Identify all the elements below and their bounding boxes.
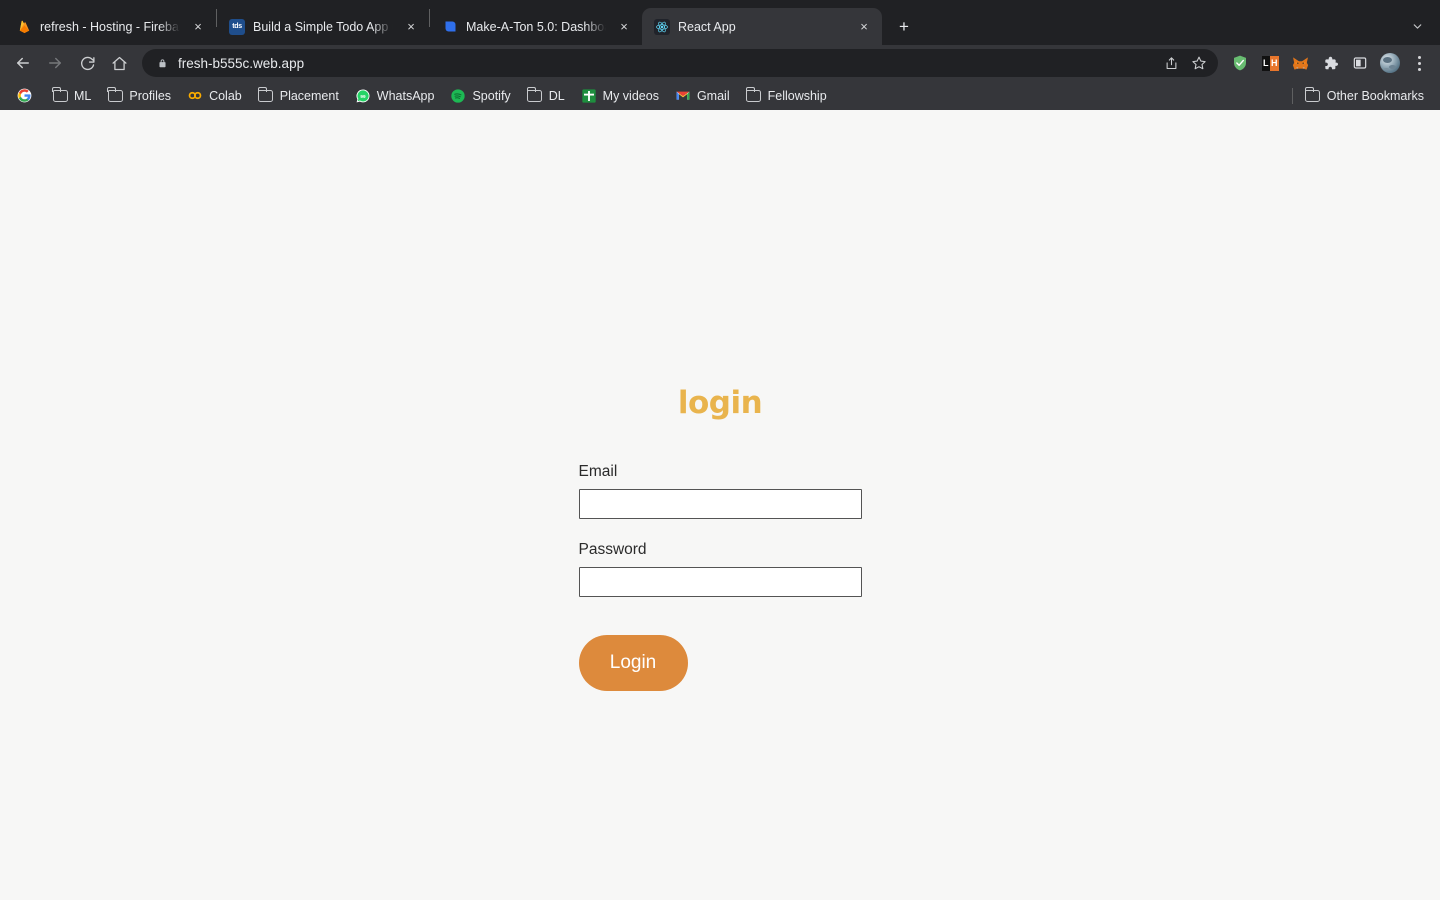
- omnibox-actions: [1158, 50, 1212, 76]
- bookmark-label: Fellowship: [767, 88, 827, 103]
- bookmark-gmail[interactable]: Gmail: [667, 85, 738, 107]
- folder-icon: [257, 87, 274, 104]
- bookmark-google[interactable]: [10, 85, 44, 107]
- bookmark-whatsapp[interactable]: 99 WhatsApp: [347, 85, 443, 107]
- close-icon[interactable]: ×: [614, 17, 634, 37]
- browser-tab-3[interactable]: Make-A-Ton 5.0: Dashboard | D ×: [430, 8, 642, 45]
- new-tab-button[interactable]: +: [890, 13, 918, 41]
- bookmark-label: Profiles: [129, 88, 172, 103]
- browser-tab-4-active[interactable]: React App ×: [642, 8, 882, 45]
- chevron-down-icon[interactable]: [1404, 13, 1430, 39]
- tab-title: React App: [678, 19, 736, 34]
- google-icon: [16, 88, 32, 104]
- field-spacer: [579, 519, 862, 541]
- tab-title: Build a Simple Todo App using: [253, 19, 393, 34]
- browser-tab-2[interactable]: tds Build a Simple Todo App using ×: [217, 8, 429, 45]
- login-form: Email Password Login: [578, 463, 862, 691]
- tds-icon: tds: [229, 18, 245, 35]
- email-label: Email: [578, 463, 618, 480]
- bookmarks-bar: ML Profiles Colab Placement 99 WhatsApp …: [0, 81, 1440, 110]
- login-button[interactable]: Login: [578, 635, 688, 691]
- svg-text:99: 99: [360, 94, 366, 99]
- bookmark-placement[interactable]: Placement: [250, 85, 347, 107]
- extensions-puzzle-icon[interactable]: [1316, 49, 1344, 77]
- browser-window: refresh - Hosting - Firebase co × tds Bu…: [0, 0, 1440, 900]
- address-bar[interactable]: fresh-b555c.web.app: [142, 49, 1218, 77]
- kebab-menu-icon[interactable]: [1406, 49, 1432, 77]
- colab-icon: [187, 88, 203, 104]
- tab-strip-right: [1404, 13, 1430, 39]
- folder-icon: [107, 87, 123, 104]
- close-icon[interactable]: ×: [188, 17, 208, 37]
- password-field[interactable]: [578, 567, 862, 597]
- drive-icon: [581, 88, 597, 104]
- bookmark-colab[interactable]: Colab: [179, 85, 250, 107]
- bookmark-label: Placement: [279, 88, 339, 103]
- bookmark-dl[interactable]: DL: [519, 85, 573, 107]
- bookmark-label: ML: [74, 88, 92, 103]
- password-label: Password: [578, 541, 647, 558]
- profile-avatar[interactable]: [1376, 49, 1404, 77]
- bookmark-label: Gmail: [696, 88, 730, 103]
- back-button[interactable]: [8, 48, 38, 78]
- lighthouse-right-letter: H: [1270, 55, 1279, 71]
- tab-title: Make-A-Ton 5.0: Dashboard | D: [466, 19, 606, 34]
- bookmark-label: Colab: [209, 88, 242, 103]
- whatsapp-icon: 99: [355, 88, 371, 104]
- folder-icon: [1304, 87, 1321, 104]
- url-text[interactable]: fresh-b555c.web.app: [178, 56, 1158, 71]
- react-icon: [654, 18, 670, 35]
- bookmark-ml[interactable]: ML: [44, 85, 99, 107]
- lighthouse-icon[interactable]: L H: [1256, 49, 1284, 77]
- browser-tab-1[interactable]: refresh - Hosting - Firebase co ×: [4, 8, 216, 45]
- close-icon[interactable]: ×: [401, 17, 421, 37]
- adguard-icon[interactable]: [1226, 49, 1254, 77]
- metamask-icon[interactable]: [1286, 49, 1314, 77]
- extension-icons: L H: [1226, 49, 1432, 77]
- side-panel-icon[interactable]: [1346, 49, 1374, 77]
- bookmarks-bar-right: Other Bookmarks: [1291, 85, 1432, 107]
- other-bookmarks-label: Other Bookmarks: [1326, 88, 1424, 103]
- spotify-icon: [450, 88, 466, 104]
- tab-strip: refresh - Hosting - Firebase co × tds Bu…: [0, 0, 1440, 45]
- bookmark-spotify[interactable]: Spotify: [442, 85, 518, 107]
- bookmark-label: DL: [548, 88, 565, 103]
- bookmark-profiles[interactable]: Profiles: [99, 85, 179, 107]
- bookmarks-divider: [1291, 87, 1293, 104]
- notion-icon: [442, 19, 458, 35]
- email-field[interactable]: [578, 489, 862, 519]
- forward-button[interactable]: [40, 48, 70, 78]
- browser-toolbar: fresh-b555c.web.app L H: [0, 45, 1440, 81]
- reload-button[interactable]: [72, 48, 102, 78]
- page-viewport: login Email Password Login: [0, 110, 1440, 900]
- folder-icon: [52, 87, 68, 104]
- gmail-icon: [675, 88, 691, 104]
- share-icon[interactable]: [1158, 50, 1184, 76]
- bookmark-star-icon[interactable]: [1186, 50, 1212, 76]
- folder-icon: [526, 87, 543, 104]
- home-button[interactable]: [104, 48, 134, 78]
- folder-icon: [745, 87, 762, 104]
- page-title: login: [677, 385, 763, 421]
- bookmark-my-videos[interactable]: My videos: [573, 85, 667, 107]
- firebase-icon: [16, 19, 32, 35]
- close-icon[interactable]: ×: [854, 17, 874, 37]
- lock-icon: [154, 58, 170, 69]
- bookmark-fellowship[interactable]: Fellowship: [738, 85, 835, 107]
- other-bookmarks-button[interactable]: Other Bookmarks: [1297, 85, 1432, 107]
- bookmark-label: WhatsApp: [376, 88, 435, 103]
- lighthouse-left-letter: L: [1261, 55, 1270, 71]
- tab-title: refresh - Hosting - Firebase co: [40, 19, 180, 34]
- bookmark-label: My videos: [602, 88, 659, 103]
- bookmark-label: Spotify: [472, 88, 511, 103]
